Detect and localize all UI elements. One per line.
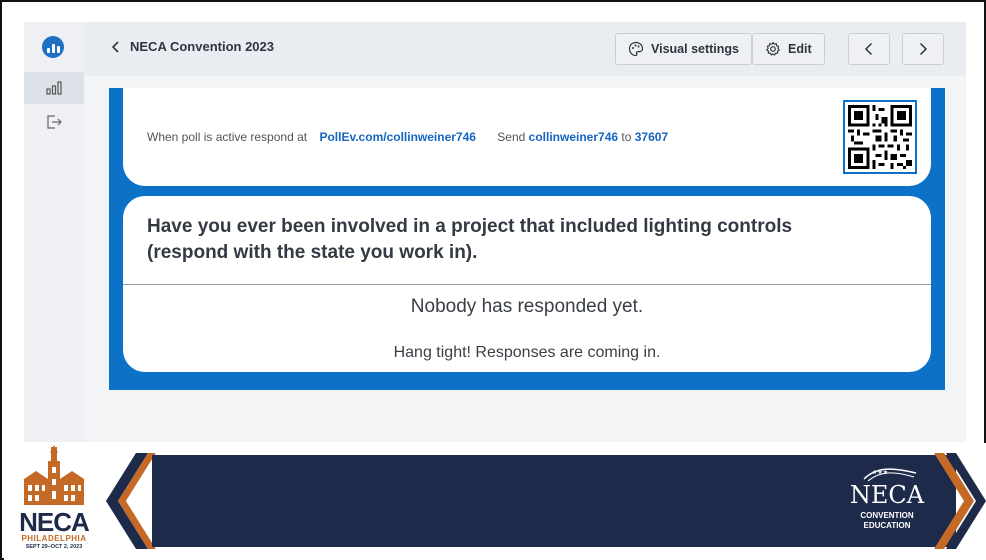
flag-swoosh-icon: ★★★ xyxy=(863,468,917,482)
poll-url-link[interactable]: PollEv.com/collinweiner746 xyxy=(319,130,476,144)
response-instructions: When poll is active respond at PollEv.co… xyxy=(147,130,668,144)
gear-icon xyxy=(766,41,780,56)
presentation-stage: When poll is active respond at PollEv.co… xyxy=(84,76,966,442)
visual-settings-button[interactable]: Visual settings xyxy=(615,33,752,65)
palette-icon xyxy=(628,41,644,57)
independence-hall-icon xyxy=(24,445,84,505)
sidebar xyxy=(24,22,84,442)
poll-frame: When poll is active respond at PollEv.co… xyxy=(109,88,945,390)
presentation-frame: NECA Convention 2023 Visual settings Edi… xyxy=(0,0,986,560)
previous-button[interactable] xyxy=(848,33,890,65)
chevron-left-icon xyxy=(864,42,873,56)
svg-text:★★★: ★★★ xyxy=(872,469,888,476)
poll-bars-icon xyxy=(46,81,62,95)
chevron-right-icon xyxy=(919,42,928,56)
logout-icon xyxy=(47,115,62,129)
edit-button[interactable]: Edit xyxy=(752,33,825,65)
neca-philadelphia-logo: NECA PHILADELPHIA SEPT 29–OCT 2, 2023 xyxy=(8,445,100,557)
empty-state-title: Nobody has responded yet. xyxy=(410,296,644,317)
convention-dates: SEPT 29–OCT 2, 2023 xyxy=(25,544,83,550)
edit-label: Edit xyxy=(788,42,812,56)
poll-question: Have you ever been involved in a project… xyxy=(147,216,793,263)
divider xyxy=(123,284,931,285)
send-number: 37607 xyxy=(634,130,669,144)
education-text: EDUCATION xyxy=(863,521,911,530)
back-link[interactable]: NECA Convention 2023 xyxy=(112,39,274,54)
qr-code xyxy=(843,100,917,174)
top-toolbar: NECA Convention 2023 Visual settings Edi… xyxy=(84,22,966,76)
neca-convention-education-logo: ★★★ NECA CONVENTION EDUCATION xyxy=(842,459,932,543)
banner-navy-band xyxy=(152,455,956,547)
next-button[interactable] xyxy=(902,33,944,65)
banner-chevrons-right xyxy=(934,453,986,549)
visual-settings-label: Visual settings xyxy=(651,42,739,56)
question-card: Have you ever been involved in a project… xyxy=(123,196,931,372)
poll-everywhere-logo-icon[interactable] xyxy=(42,36,64,58)
back-link-label: NECA Convention 2023 xyxy=(130,39,274,54)
send-code: collinweiner746 xyxy=(528,130,619,144)
response-instructions-card: When poll is active respond at PollEv.co… xyxy=(123,88,931,186)
neca-right-wordmark: NECA xyxy=(849,481,925,509)
send-prefix: Send xyxy=(497,130,526,144)
respond-prefix: When poll is active respond at xyxy=(147,130,308,144)
send-to-text: to xyxy=(621,130,632,144)
chevron-left-icon xyxy=(112,40,119,53)
empty-state-subtitle: Hang tight! Responses are coming in. xyxy=(393,344,661,361)
convention-banner: NECA PHILADELPHIA SEPT 29–OCT 2, 2023 ★★… xyxy=(4,443,986,560)
convention-text: CONVENTION xyxy=(860,511,914,520)
sidebar-item-poll-activity[interactable] xyxy=(24,72,84,104)
convention-education-text: CONVENTION EDUCATION xyxy=(842,511,932,531)
sidebar-item-exit[interactable] xyxy=(24,106,84,138)
philadelphia-text: PHILADELPHIA xyxy=(21,534,87,543)
